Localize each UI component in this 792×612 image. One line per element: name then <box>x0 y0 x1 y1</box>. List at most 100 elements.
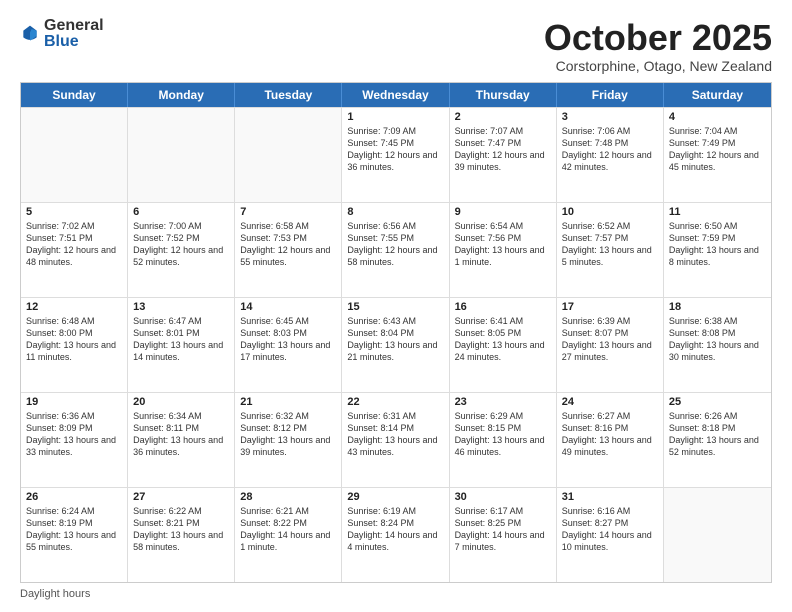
footer-note: Daylight hours <box>20 588 772 600</box>
day-number: 6 <box>133 206 229 218</box>
day-number: 1 <box>347 111 443 123</box>
cell-sun-info: Sunrise: 6:38 AM Sunset: 8:08 PM Dayligh… <box>669 315 766 364</box>
day-number: 16 <box>455 301 551 313</box>
day-number: 8 <box>347 206 443 218</box>
logo: General Blue <box>20 18 104 50</box>
calendar-cell-3-7: 18 Sunrise: 6:38 AM Sunset: 8:08 PM Dayli… <box>664 298 771 392</box>
day-number: 25 <box>669 396 766 408</box>
cell-sun-info: Sunrise: 6:50 AM Sunset: 7:59 PM Dayligh… <box>669 220 766 269</box>
calendar-week-4: 19 Sunrise: 6:36 AM Sunset: 8:09 PM Dayli… <box>21 392 771 487</box>
calendar-week-2: 5 Sunrise: 7:02 AM Sunset: 7:51 PM Daylig… <box>21 202 771 297</box>
cell-sun-info: Sunrise: 6:34 AM Sunset: 8:11 PM Dayligh… <box>133 410 229 459</box>
day-number: 21 <box>240 396 336 408</box>
cell-sun-info: Sunrise: 7:04 AM Sunset: 7:49 PM Dayligh… <box>669 125 766 174</box>
day-number: 30 <box>455 491 551 503</box>
calendar-cell-5-1: 26Sunrise: 6:24 AM Sunset: 8:19 PM Dayli… <box>21 488 128 582</box>
day-number: 18 <box>669 301 766 313</box>
day-number: 7 <box>240 206 336 218</box>
calendar-cell-2-7: 11 Sunrise: 6:50 AM Sunset: 7:59 PM Dayli… <box>664 203 771 297</box>
cell-sun-info: Sunrise: 6:58 AM Sunset: 7:53 PM Dayligh… <box>240 220 336 269</box>
day-number: 13 <box>133 301 229 313</box>
weekday-header-wednesday: Wednesday <box>342 83 449 107</box>
day-number: 11 <box>669 206 766 218</box>
calendar-week-3: 12 Sunrise: 6:48 AM Sunset: 8:00 PM Dayli… <box>21 297 771 392</box>
cell-sun-info: Sunrise: 6:54 AM Sunset: 7:56 PM Dayligh… <box>455 220 551 269</box>
day-number: 2 <box>455 111 551 123</box>
calendar-cell-3-6: 17 Sunrise: 6:39 AM Sunset: 8:07 PM Dayli… <box>557 298 664 392</box>
calendar-header: SundayMondayTuesdayWednesdayThursdayFrid… <box>21 83 771 107</box>
calendar-cell-5-2: 27 Sunrise: 6:22 AM Sunset: 8:21 PM Dayli… <box>128 488 235 582</box>
calendar-cell-2-3: 7 Sunrise: 6:58 AM Sunset: 7:53 PM Daylig… <box>235 203 342 297</box>
calendar-cell-5-7 <box>664 488 771 582</box>
calendar-cell-1-1 <box>21 108 128 202</box>
calendar-cell-1-4: 1 Sunrise: 7:09 AM Sunset: 7:45 PM Daylig… <box>342 108 449 202</box>
calendar-body: 1 Sunrise: 7:09 AM Sunset: 7:45 PM Daylig… <box>21 107 771 582</box>
cell-sun-info: Sunrise: 6:43 AM Sunset: 8:04 PM Dayligh… <box>347 315 443 364</box>
calendar-cell-4-7: 25 Sunrise: 6:26 AM Sunset: 8:18 PM Dayli… <box>664 393 771 487</box>
logo-blue: Blue <box>44 34 104 50</box>
day-number: 10 <box>562 206 658 218</box>
weekday-header-friday: Friday <box>557 83 664 107</box>
cell-sun-info: Sunrise: 7:00 AM Sunset: 7:52 PM Dayligh… <box>133 220 229 269</box>
cell-sun-info: Sunrise: 6:17 AM Sunset: 8:25 PM Dayligh… <box>455 505 551 554</box>
cell-sun-info: Sunrise: 7:02 AM Sunset: 7:51 PM Dayligh… <box>26 220 122 269</box>
calendar-cell-4-1: 19 Sunrise: 6:36 AM Sunset: 8:09 PM Dayli… <box>21 393 128 487</box>
day-number: 20 <box>133 396 229 408</box>
calendar: SundayMondayTuesdayWednesdayThursdayFrid… <box>20 82 772 583</box>
day-number: 5 <box>26 206 122 218</box>
cell-sun-info: Sunrise: 6:45 AM Sunset: 8:03 PM Dayligh… <box>240 315 336 364</box>
cell-sun-info: Sunrise: 6:41 AM Sunset: 8:05 PM Dayligh… <box>455 315 551 364</box>
cell-sun-info: Sunrise: 6:29 AM Sunset: 8:15 PM Dayligh… <box>455 410 551 459</box>
cell-sun-info: Sunrise: 7:09 AM Sunset: 7:45 PM Dayligh… <box>347 125 443 174</box>
day-number: 15 <box>347 301 443 313</box>
cell-sun-info: Sunrise: 6:22 AM Sunset: 8:21 PM Dayligh… <box>133 505 229 554</box>
day-number: 4 <box>669 111 766 123</box>
calendar-cell-2-5: 9 Sunrise: 6:54 AM Sunset: 7:56 PM Daylig… <box>450 203 557 297</box>
day-number: 23 <box>455 396 551 408</box>
day-number: 3 <box>562 111 658 123</box>
cell-sun-info: Sunrise: 7:07 AM Sunset: 7:47 PM Dayligh… <box>455 125 551 174</box>
calendar-cell-4-5: 23 Sunrise: 6:29 AM Sunset: 8:15 PM Dayli… <box>450 393 557 487</box>
day-number: 27 <box>133 491 229 503</box>
day-number: 19 <box>26 396 122 408</box>
cell-sun-info: Sunrise: 6:21 AM Sunset: 8:22 PM Dayligh… <box>240 505 336 554</box>
cell-sun-info: Sunrise: 6:36 AM Sunset: 8:09 PM Dayligh… <box>26 410 122 459</box>
calendar-cell-3-1: 12 Sunrise: 6:48 AM Sunset: 8:00 PM Dayli… <box>21 298 128 392</box>
calendar-cell-5-3: 28 Sunrise: 6:21 AM Sunset: 8:22 PM Dayli… <box>235 488 342 582</box>
calendar-cell-2-2: 6 Sunrise: 7:00 AM Sunset: 7:52 PM Daylig… <box>128 203 235 297</box>
day-number: 9 <box>455 206 551 218</box>
calendar-week-1: 1 Sunrise: 7:09 AM Sunset: 7:45 PM Daylig… <box>21 107 771 202</box>
weekday-header-tuesday: Tuesday <box>235 83 342 107</box>
calendar-week-5: 26Sunrise: 6:24 AM Sunset: 8:19 PM Dayli… <box>21 487 771 582</box>
day-number: 26 <box>26 491 122 503</box>
calendar-cell-1-7: 4 Sunrise: 7:04 AM Sunset: 7:49 PM Daylig… <box>664 108 771 202</box>
day-number: 17 <box>562 301 658 313</box>
cell-sun-info: Sunrise: 6:32 AM Sunset: 8:12 PM Dayligh… <box>240 410 336 459</box>
daylight-label: Daylight hours <box>20 588 90 600</box>
cell-sun-info: Sunrise: 6:27 AM Sunset: 8:16 PM Dayligh… <box>562 410 658 459</box>
calendar-cell-2-1: 5 Sunrise: 7:02 AM Sunset: 7:51 PM Daylig… <box>21 203 128 297</box>
cell-sun-info: Sunrise: 6:56 AM Sunset: 7:55 PM Dayligh… <box>347 220 443 269</box>
calendar-cell-1-6: 3Sunrise: 7:06 AM Sunset: 7:48 PM Daylig… <box>557 108 664 202</box>
month-title: October 2025 <box>544 18 772 58</box>
cell-sun-info: Sunrise: 6:16 AM Sunset: 8:27 PM Dayligh… <box>562 505 658 554</box>
cell-sun-info: Sunrise: 6:19 AM Sunset: 8:24 PM Dayligh… <box>347 505 443 554</box>
calendar-cell-3-4: 15 Sunrise: 6:43 AM Sunset: 8:04 PM Dayli… <box>342 298 449 392</box>
day-number: 28 <box>240 491 336 503</box>
logo-general: General <box>44 18 104 34</box>
logo-icon <box>20 24 40 44</box>
day-number: 12 <box>26 301 122 313</box>
calendar-cell-5-5: 30 Sunrise: 6:17 AM Sunset: 8:25 PM Dayli… <box>450 488 557 582</box>
day-number: 29 <box>347 491 443 503</box>
calendar-cell-4-2: 20 Sunrise: 6:34 AM Sunset: 8:11 PM Dayli… <box>128 393 235 487</box>
cell-sun-info: Sunrise: 6:52 AM Sunset: 7:57 PM Dayligh… <box>562 220 658 269</box>
header: General Blue October 2025 Corstorphine, … <box>20 18 772 74</box>
weekday-header-thursday: Thursday <box>450 83 557 107</box>
day-number: 31 <box>562 491 658 503</box>
cell-sun-info: Sunrise: 6:26 AM Sunset: 8:18 PM Dayligh… <box>669 410 766 459</box>
cell-sun-info: Sunrise: 6:39 AM Sunset: 8:07 PM Dayligh… <box>562 315 658 364</box>
cell-sun-info: Sunrise: 6:48 AM Sunset: 8:00 PM Dayligh… <box>26 315 122 364</box>
weekday-header-saturday: Saturday <box>664 83 771 107</box>
location-subtitle: Corstorphine, Otago, New Zealand <box>544 58 772 74</box>
cell-sun-info: Sunrise: 6:31 AM Sunset: 8:14 PM Dayligh… <box>347 410 443 459</box>
